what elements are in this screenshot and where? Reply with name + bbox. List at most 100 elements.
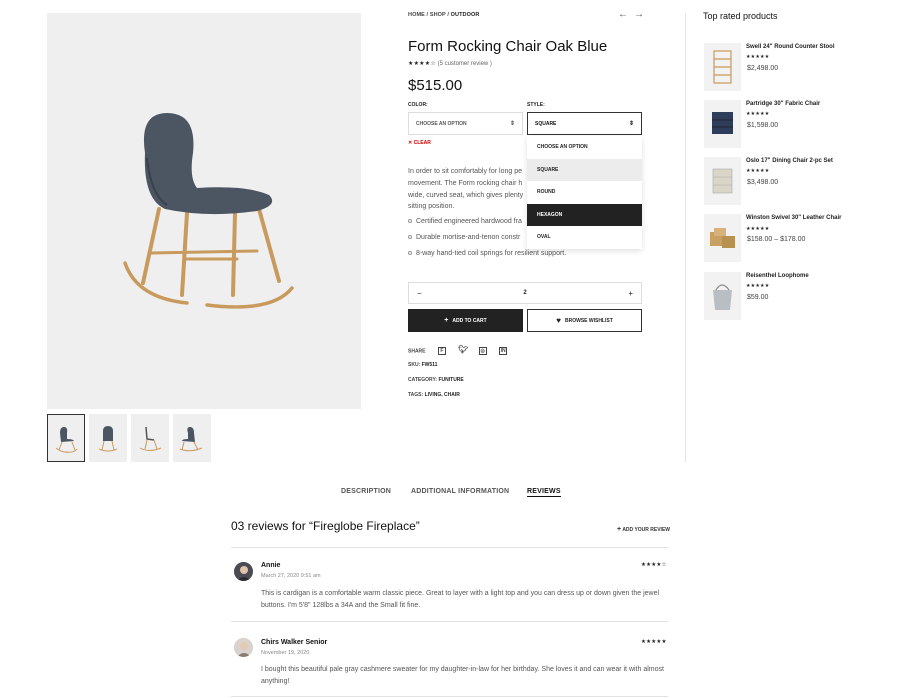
clear-label: CLEAR: [413, 140, 431, 146]
bullet-icon: [408, 219, 412, 224]
product-short-description: In order to sit comfortably for long pe …: [408, 166, 526, 213]
tags-row: TAGS: LIVING, CHAIR: [408, 392, 460, 398]
decrease-button[interactable]: −: [417, 289, 422, 298]
thumbnail-2[interactable]: [89, 414, 127, 462]
twitter-icon[interactable]: 🐦︎: [458, 346, 468, 355]
reviewer-name: Chirs Walker Senior: [261, 639, 328, 646]
style-select-value: SQUARE: [535, 120, 557, 127]
add-review-button[interactable]: + ADD YOUR REVIEW: [617, 526, 670, 533]
tab-reviews[interactable]: REVIEWS: [527, 488, 561, 497]
review-count-link[interactable]: (5 customer review ): [438, 61, 492, 67]
review-text: I bought this beautiful pale gray cashme…: [261, 666, 664, 685]
reviewer-name: Annie: [261, 562, 281, 569]
category-label: CATEGORY:: [408, 377, 438, 383]
style-dropdown-list: CHOOSE AN OPTION SQUARE ROUND HEXAGON OV…: [527, 136, 642, 249]
feature-item: Durable mortise-and-tenon constr: [408, 234, 520, 241]
sidebar-product-stars: ★★★★★: [746, 111, 770, 117]
review-date: March 27, 2020 9:51 am: [261, 573, 321, 579]
bullet-icon: [408, 235, 412, 240]
product-main-image[interactable]: [47, 13, 361, 409]
sidebar-product-price: $158.00 – $178.00: [747, 236, 806, 243]
linkedin-icon[interactable]: in: [499, 347, 508, 355]
breadcrumb-home[interactable]: HOME: [408, 12, 425, 18]
style-option[interactable]: OVAL: [527, 226, 642, 249]
product-title: Form Rocking Chair Oak Blue: [408, 38, 608, 55]
browse-wishlist-button[interactable]: ♥ BROWSE WISHLIST: [527, 309, 642, 332]
sidebar-divider: [685, 13, 686, 462]
sidebar-product-price: $2,498.00: [747, 65, 779, 72]
sidebar-title: Top rated products: [703, 11, 778, 21]
sidebar-product-name[interactable]: Reisenthel Loophome: [746, 273, 809, 279]
sku-value: FW511: [421, 362, 438, 368]
style-option[interactable]: HEXAGON: [527, 203, 642, 226]
category-row: CATEGORY: FUNITURE: [408, 377, 464, 383]
sidebar-product-name[interactable]: Swell 24" Round Counter Stool: [746, 44, 835, 50]
sidebar-product-name[interactable]: Partridge 30" Fabric Chair: [746, 101, 820, 107]
instagram-icon[interactable]: ◎: [478, 347, 487, 355]
color-select[interactable]: CHOOSE AN OPTION ⇕: [408, 112, 523, 135]
feature-item: Certified engineered hardwood fra: [408, 218, 522, 225]
tab-additional-information[interactable]: ADDITIONAL INFORMATION: [411, 488, 509, 495]
sidebar-product-image[interactable]: [704, 100, 741, 148]
feature-item: 8-way hand-tied coil springs for resilie…: [408, 250, 566, 257]
style-option[interactable]: CHOOSE AN OPTION: [527, 136, 642, 159]
product-nav: ←→: [618, 9, 650, 20]
sidebar-product-name[interactable]: Oslo 17" Dining Chair 2-pc Set: [746, 158, 833, 164]
avatar: [234, 638, 253, 657]
plus-icon: +: [617, 526, 622, 533]
sku-row: SKU: FW511: [408, 362, 437, 368]
rating-stars: ★★★★☆: [408, 61, 436, 67]
tags-links[interactable]: LIVING, CHAIR: [425, 392, 460, 398]
color-label: COLOR:: [408, 102, 428, 108]
clear-selection-link[interactable]: ✕ CLEAR: [408, 140, 431, 146]
heart-icon: ♥: [556, 316, 561, 325]
thumbnail-1[interactable]: [47, 414, 85, 462]
prev-arrow-icon[interactable]: ←: [618, 9, 634, 20]
tags-label: TAGS:: [408, 392, 424, 398]
style-label: STYLE:: [527, 102, 545, 108]
sidebar-product-stars: ★★★★★: [746, 226, 770, 232]
add-to-cart-button[interactable]: + ADD TO CART: [408, 309, 523, 332]
quantity-value[interactable]: 2: [523, 290, 526, 296]
bullet-icon: [408, 251, 412, 256]
sidebar-product-stars: ★★★★★: [746, 54, 770, 60]
style-option[interactable]: SQUARE: [527, 158, 642, 181]
next-arrow-icon[interactable]: →: [634, 9, 650, 20]
sidebar-product-image[interactable]: [704, 43, 741, 91]
feature-text: Certified engineered hardwood fra: [416, 218, 522, 225]
divider: [231, 621, 668, 622]
sidebar-product-image[interactable]: [704, 157, 741, 205]
divider: [231, 696, 668, 697]
facebook-icon[interactable]: f: [437, 347, 446, 355]
description-line: wide, curved seat, which gives plenty: [408, 191, 524, 199]
review-stars: ★★★★☆: [641, 562, 667, 568]
add-to-cart-label: ADD TO CART: [452, 317, 487, 324]
sidebar-product-image[interactable]: [704, 272, 741, 320]
breadcrumb-separator: /: [426, 12, 429, 18]
style-option[interactable]: ROUND: [527, 181, 642, 204]
thumbnail-3[interactable]: [131, 414, 169, 462]
divider: [231, 547, 668, 548]
breadcrumb-separator: /: [447, 12, 449, 18]
breadcrumb: HOME / SHOP / OUTDOOR: [408, 12, 479, 18]
plus-icon: +: [444, 317, 449, 324]
category-link[interactable]: FUNITURE: [438, 377, 463, 383]
review-date: November 19, 2020: [261, 650, 310, 656]
color-select-value: CHOOSE AN OPTION: [416, 120, 467, 127]
feature-text: Durable mortise-and-tenon constr: [416, 234, 521, 241]
sku-label: SKU:: [408, 362, 421, 368]
sidebar-product-image[interactable]: [704, 214, 741, 262]
style-select[interactable]: SQUARE ⇕: [527, 112, 642, 135]
thumbnail-4[interactable]: [173, 414, 211, 462]
sidebar-product-name[interactable]: Winston Swivel 30" Leather Chair: [746, 215, 841, 221]
review-text: This is cardigan is a comfortable warm c…: [261, 590, 660, 609]
breadcrumb-shop[interactable]: SHOP: [430, 12, 446, 18]
sidebar-product-price: $1,598.00: [747, 122, 779, 129]
description-line: sitting position.: [408, 203, 455, 211]
add-review-label: ADD YOUR REVIEW: [622, 527, 671, 533]
increase-button[interactable]: +: [628, 289, 633, 298]
description-line: movement. The Form rocking chair h: [408, 179, 523, 187]
feature-text: 8-way hand-tied coil springs for resilie…: [416, 250, 567, 257]
review-stars: ★★★★★: [641, 639, 667, 645]
tab-description[interactable]: DESCRIPTION: [341, 488, 391, 495]
